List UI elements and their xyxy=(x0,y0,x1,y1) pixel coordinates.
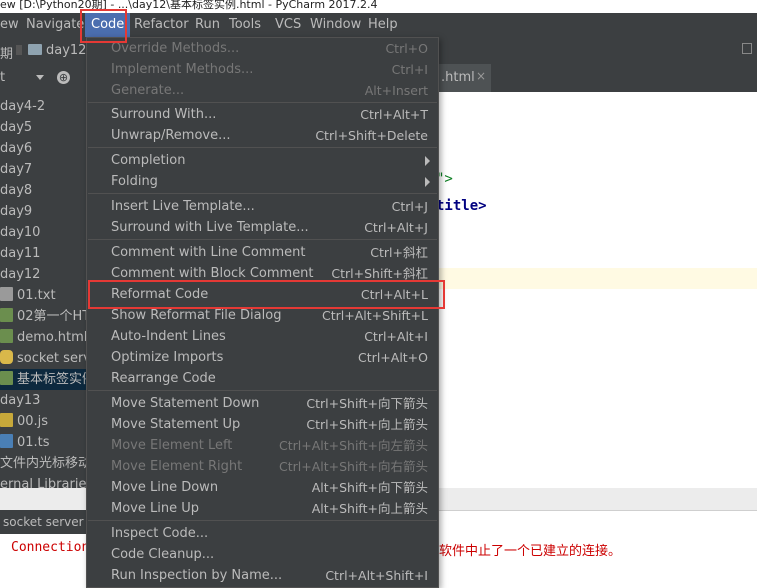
submenu-arrow-icon xyxy=(425,156,430,166)
collapse-all-icon[interactable]: ⊕ xyxy=(57,71,70,84)
run-tab[interactable]: socket server xyxy=(0,510,86,534)
html-file-icon xyxy=(0,308,13,322)
menu-item-move-element-right[interactable]: Move Element Right Ctrl+Alt+Shift+向右箭头 xyxy=(87,456,438,477)
tree-item-day11[interactable]: day11 xyxy=(0,243,86,264)
menu-item-comment-line[interactable]: Comment with Line Comment Ctrl+斜杠 xyxy=(87,242,438,263)
js-file-icon xyxy=(0,413,13,427)
menu-item-unwrap-remove[interactable]: Unwrap/Remove... Ctrl+Shift+Delete xyxy=(87,125,438,146)
menu-item-insert-live-template[interactable]: Insert Live Template... Ctrl+J xyxy=(87,196,438,217)
tree-item-02-html[interactable]: 02第一个HT xyxy=(0,306,86,327)
separator xyxy=(16,45,22,55)
python-file-icon xyxy=(0,350,13,364)
menu-item-override-methods[interactable]: Override Methods... Ctrl+O xyxy=(87,38,438,59)
code-fragment: title> xyxy=(436,198,487,214)
tree-item-external-libraries[interactable]: ernal Libraries xyxy=(0,474,86,488)
tree-item-01-ts[interactable]: 01.ts xyxy=(0,432,86,453)
tree-item-day13[interactable]: day13 xyxy=(0,390,86,411)
tree-item-day12[interactable]: day12 xyxy=(0,264,86,285)
menu-separator xyxy=(88,102,437,103)
project-view-dropdown[interactable]: t xyxy=(0,70,5,85)
menu-run[interactable]: Run xyxy=(195,13,220,37)
menu-separator xyxy=(88,390,437,391)
html-file-icon xyxy=(0,329,13,343)
breadcrumb-day12[interactable]: day12 xyxy=(46,43,86,58)
close-icon[interactable]: × xyxy=(476,69,486,83)
text-file-icon xyxy=(0,287,13,301)
editor-tab[interactable]: .html × xyxy=(439,64,491,92)
menu-item-move-statement-down[interactable]: Move Statement Down Ctrl+Shift+向下箭头 xyxy=(87,393,438,414)
menu-tools[interactable]: Tools xyxy=(229,13,261,37)
tree-item-01-txt[interactable]: 01.txt xyxy=(0,285,86,306)
folder-icon xyxy=(28,44,42,55)
tree-item-day4-2[interactable]: day4-2 xyxy=(0,96,86,117)
menu-refactor[interactable]: Refactor xyxy=(134,13,189,37)
menu-separator xyxy=(88,239,437,240)
editor-tab-label: .html xyxy=(441,70,475,85)
tree-item-00-js[interactable]: 00.js xyxy=(0,411,86,432)
console-output: Connection xyxy=(11,540,90,555)
run-tab-label: socket server xyxy=(3,515,84,529)
menu-item-implement-methods[interactable]: Implement Methods... Ctrl+I xyxy=(87,59,438,80)
code-menu-popup: Override Methods... Ctrl+O Implement Meth… xyxy=(86,37,439,588)
console-output: 软件中止了一个已建立的连接。 xyxy=(439,544,622,559)
menu-item-move-statement-up[interactable]: Move Statement Up Ctrl+Shift+向上箭头 xyxy=(87,414,438,435)
menu-item-move-line-up[interactable]: Move Line Up Alt+Shift+向上箭头 xyxy=(87,498,438,519)
menu-help[interactable]: Help xyxy=(368,13,398,37)
tree-item-demo-html[interactable]: demo.html xyxy=(0,327,86,348)
menu-window[interactable]: Window xyxy=(310,13,361,37)
window-title-text: ew [D:\Python20期] - ...\day12\基本标签实例.htm… xyxy=(0,0,378,11)
tree-item-day7[interactable]: day7 xyxy=(0,159,86,180)
tree-item-day8[interactable]: day8 xyxy=(0,180,86,201)
ts-file-icon xyxy=(0,434,13,448)
menu-item-rearrange-code[interactable]: Rearrange Code xyxy=(87,368,438,389)
menu-item-surround-with[interactable]: Surround With... Ctrl+Alt+T xyxy=(87,104,438,125)
menu-navigate[interactable]: Navigate xyxy=(26,13,84,37)
tree-item-day10[interactable]: day10 xyxy=(0,222,86,243)
tree-item-day5[interactable]: day5 xyxy=(0,117,86,138)
menu-separator xyxy=(88,147,437,148)
menu-item-move-line-down[interactable]: Move Line Down Alt+Shift+向下箭头 xyxy=(87,477,438,498)
menu-item-folding[interactable]: Folding xyxy=(87,171,438,192)
menu-item-surround-with-live-template[interactable]: Surround with Live Template... Ctrl+Alt+J xyxy=(87,217,438,238)
menu-vcs[interactable]: VCS xyxy=(275,13,301,37)
menu-item-code-cleanup[interactable]: Code Cleanup... xyxy=(87,544,438,565)
menu-item-optimize-imports[interactable]: Optimize Imports Ctrl+Alt+O xyxy=(87,347,438,368)
tree-item-cursor-move[interactable]: 文件内光标移动 xyxy=(0,453,86,474)
breadcrumb-parent[interactable]: 期 xyxy=(0,43,13,62)
menu-item-run-inspection-by-name[interactable]: Run Inspection by Name... Ctrl+Alt+Shift+… xyxy=(87,565,438,586)
tree-item-socket-server[interactable]: socket serv xyxy=(0,348,86,369)
window-toggle-icon[interactable] xyxy=(742,43,752,54)
html-file-icon xyxy=(0,371,13,385)
menu-item-completion[interactable]: Completion xyxy=(87,150,438,171)
menu-item-generate[interactable]: Generate... Alt+Insert xyxy=(87,80,438,101)
menu-item-inspect-code[interactable]: Inspect Code... xyxy=(87,523,438,544)
submenu-arrow-icon xyxy=(425,177,430,187)
project-tree: day4-2 day5 day6 day7 day8 day9 day10 da… xyxy=(0,92,86,488)
menu-separator xyxy=(88,520,437,521)
menu-view[interactable]: ew xyxy=(0,13,19,37)
tree-item-selected-html[interactable]: 基本标签实例 xyxy=(0,369,86,390)
menu-item-auto-indent[interactable]: Auto-Indent Lines Ctrl+Alt+I xyxy=(87,326,438,347)
tree-item-day9[interactable]: day9 xyxy=(0,201,86,222)
annotation-box-code-menu xyxy=(80,9,127,43)
menu-item-move-element-left[interactable]: Move Element Left Ctrl+Alt+Shift+向左箭头 xyxy=(87,435,438,456)
menu-separator xyxy=(88,193,437,194)
chevron-down-icon[interactable] xyxy=(36,75,44,80)
tree-item-day6[interactable]: day6 xyxy=(0,138,86,159)
annotation-box-reformat-code xyxy=(88,280,445,309)
